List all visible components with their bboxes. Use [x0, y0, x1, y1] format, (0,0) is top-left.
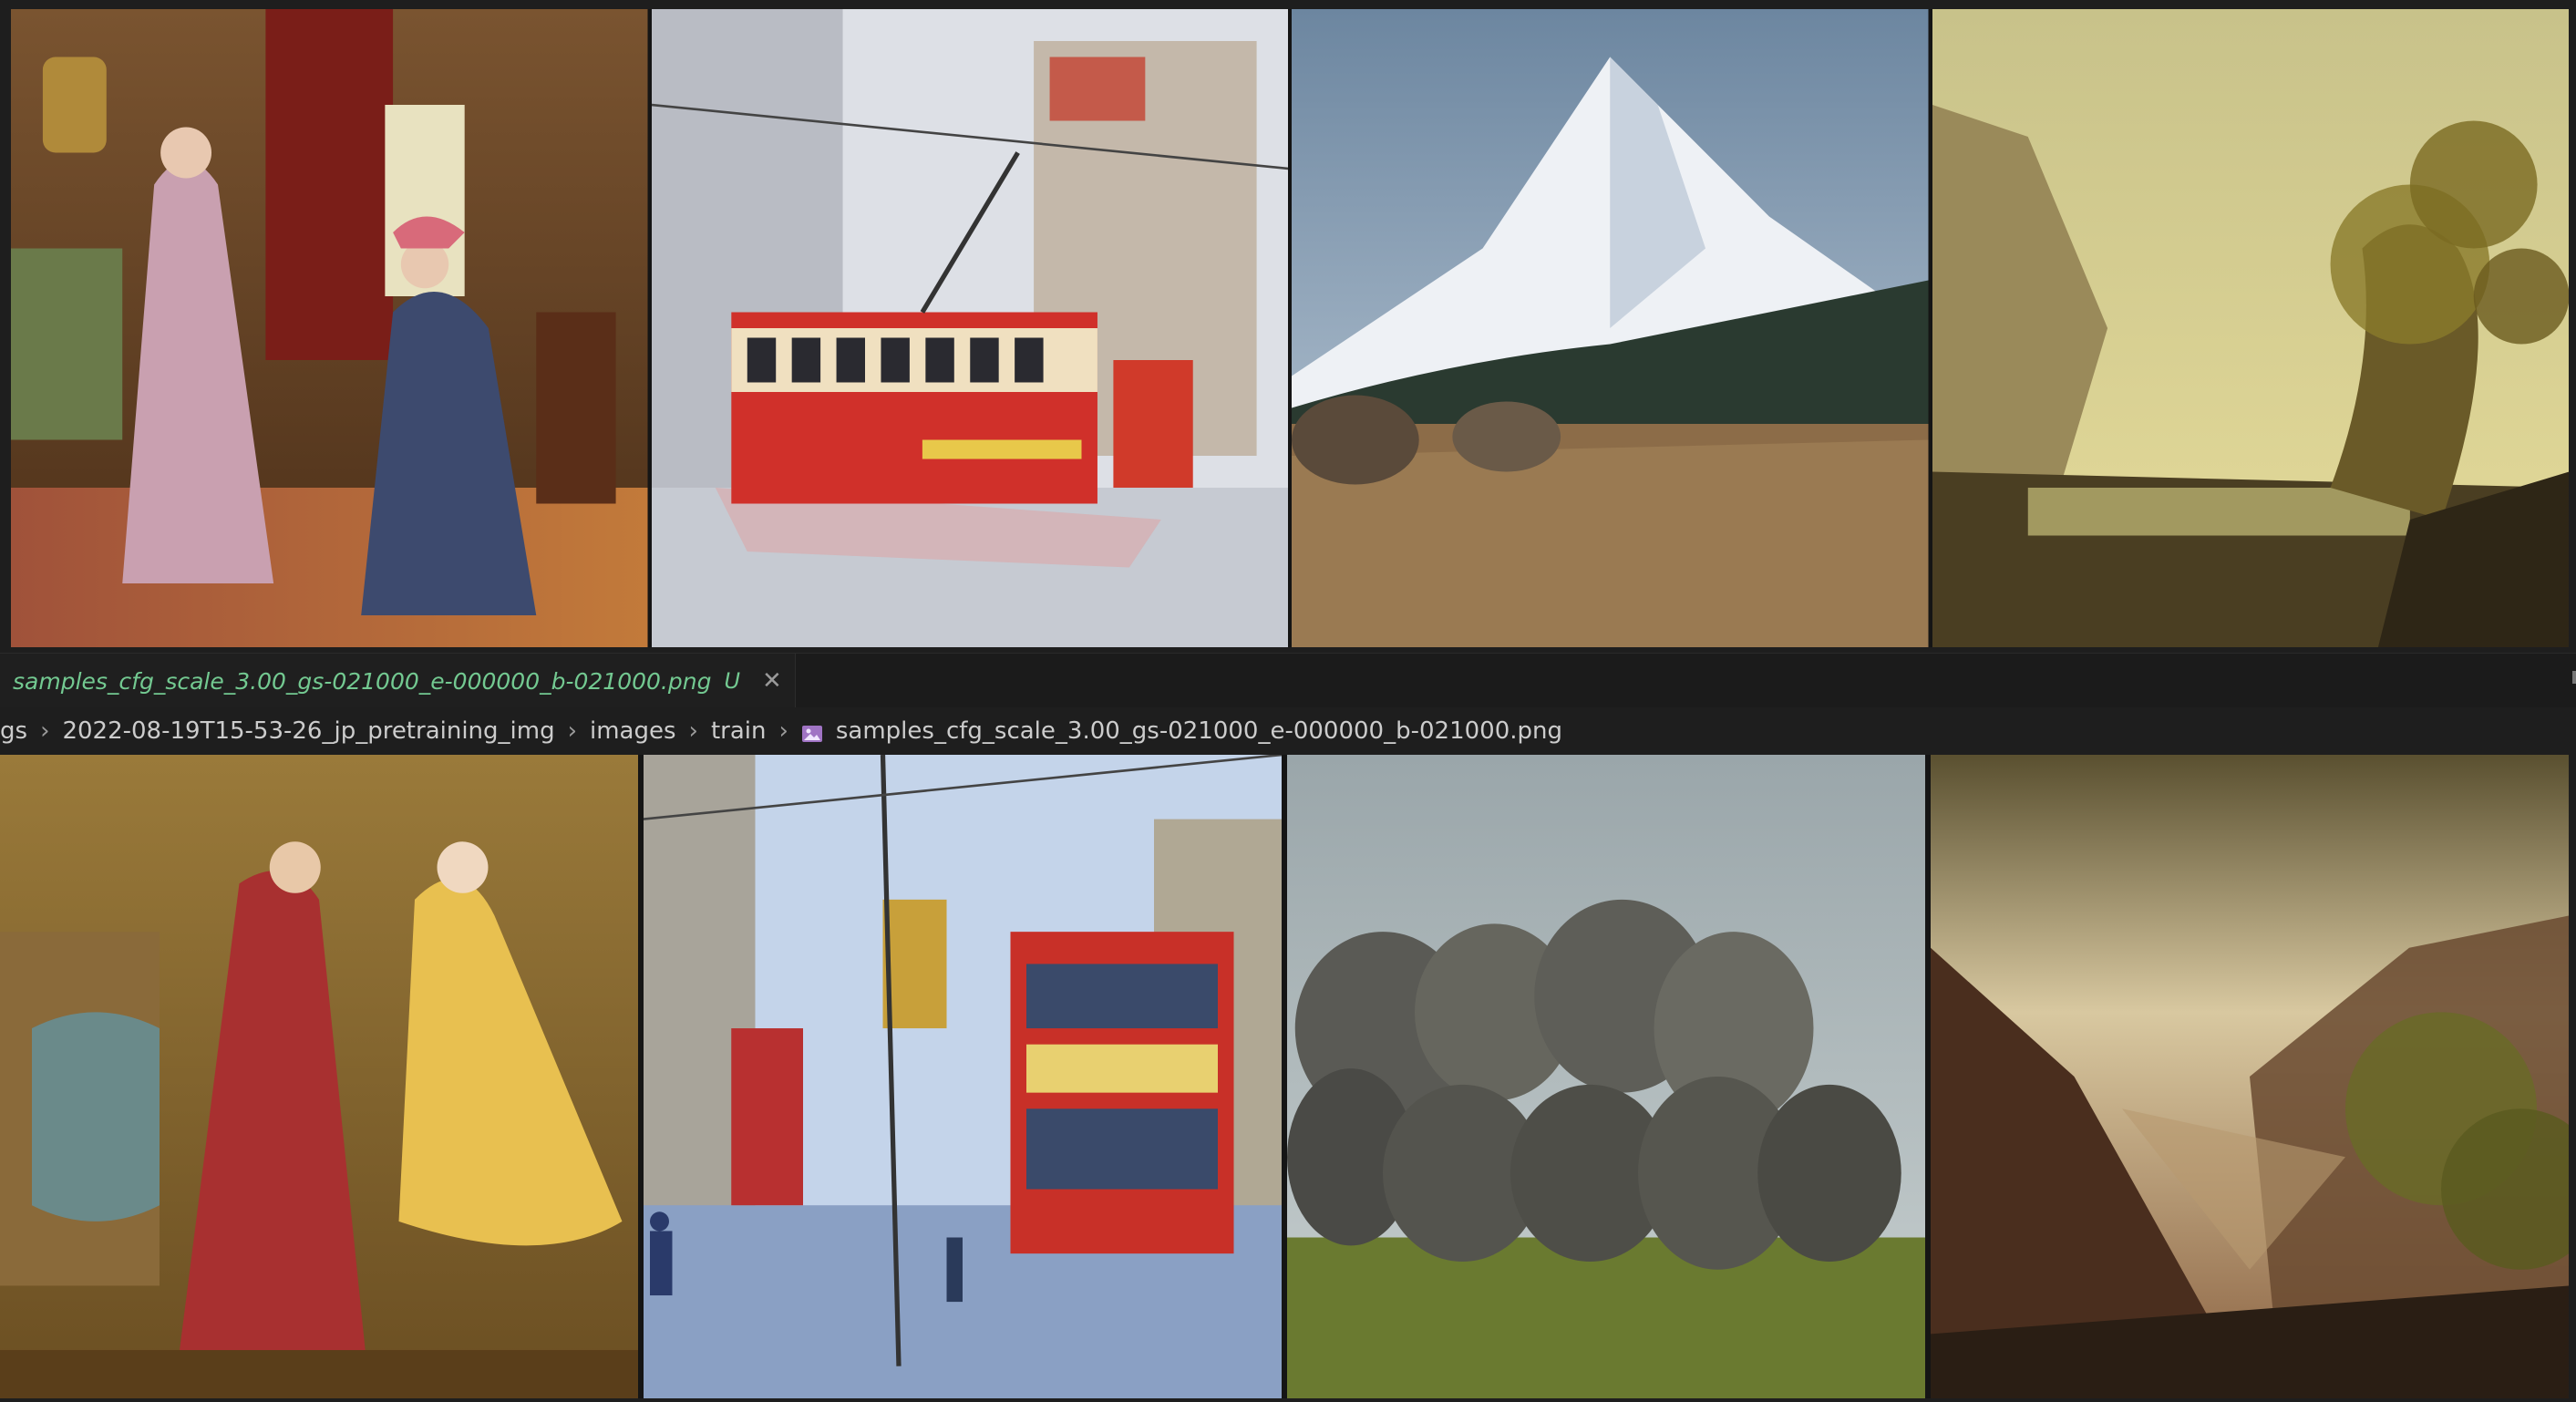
breadcrumb: gs › 2022-08-19T15-53-26_jp_pretraining_… — [0, 707, 2576, 755]
tab-git-status-badge: U — [724, 668, 741, 694]
chevron-right-icon: › — [778, 717, 788, 745]
image-tile-herd-mist — [1287, 755, 1925, 1398]
image-tile-watercolor-street — [644, 755, 1282, 1398]
image-tile-golden-valley — [1932, 9, 2569, 647]
image-file-icon — [801, 723, 823, 743]
sample-image-row — [0, 755, 2569, 1398]
breadcrumb-item[interactable]: gs — [0, 717, 27, 745]
image-tile-women-dresses — [0, 755, 638, 1398]
chevron-right-icon: › — [567, 717, 577, 745]
image-tile-valley-sunset — [1931, 755, 2569, 1398]
scroll-marker — [2572, 671, 2576, 684]
tab-filename: samples_cfg_scale_3.00_gs-021000_e-00000… — [13, 667, 712, 695]
breadcrumb-file[interactable]: samples_cfg_scale_3.00_gs-021000_e-00000… — [836, 717, 1562, 745]
image-preview-editor: samples_cfg_scale_3.00_gs-021000_e-00000… — [0, 0, 2576, 1402]
image-tile-tram — [651, 9, 1288, 647]
image-tile-parlor — [11, 9, 648, 647]
breadcrumb-item[interactable]: images — [590, 717, 676, 745]
image-tile-mountain-bison — [1292, 9, 1929, 647]
chevron-right-icon: › — [40, 717, 50, 745]
close-icon[interactable]: ✕ — [762, 667, 782, 695]
reference-image-row — [11, 9, 2569, 647]
tab-image-file[interactable]: samples_cfg_scale_3.00_gs-021000_e-00000… — [0, 654, 796, 708]
breadcrumb-item[interactable]: 2022-08-19T15-53-26_jp_pretraining_img — [62, 717, 554, 745]
chevron-right-icon: › — [688, 717, 698, 745]
editor-tab-bar: samples_cfg_scale_3.00_gs-021000_e-00000… — [0, 653, 2576, 708]
breadcrumb-item[interactable]: train — [711, 717, 767, 745]
